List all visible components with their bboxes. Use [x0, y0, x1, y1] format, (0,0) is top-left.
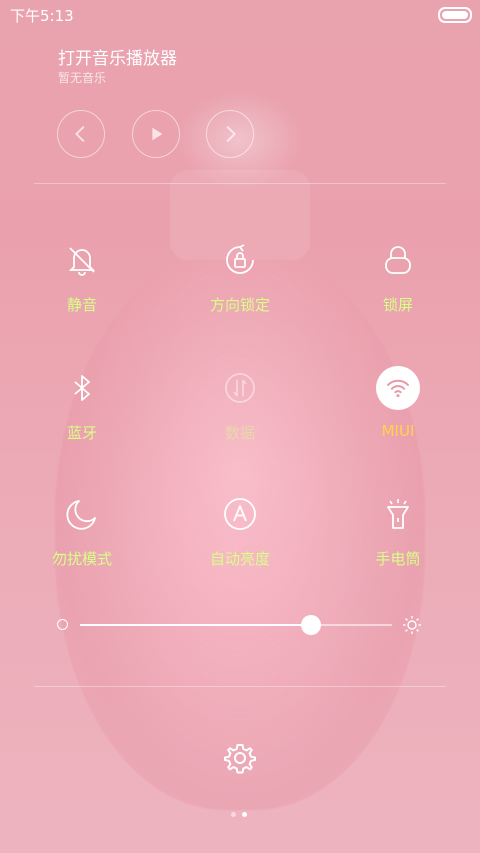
- bluetooth-icon: [74, 375, 90, 401]
- brightness-slider-fill: [80, 624, 311, 626]
- page-indicator: [229, 812, 251, 818]
- mobile-data-icon: [225, 373, 255, 403]
- flashlight-icon: [387, 499, 409, 529]
- page-dot-1: [231, 812, 236, 817]
- music-player-subtitle: 暂无音乐: [58, 71, 107, 85]
- battery-icon: [438, 7, 472, 23]
- chevron-left-icon: [75, 126, 85, 142]
- music-player-title[interactable]: 打开音乐播放器: [58, 44, 177, 69]
- divider-top: [34, 183, 446, 184]
- status-bar: 下午5:13: [0, 0, 480, 28]
- toggle-rotation-lock[interactable]: 方向锁定: [180, 238, 300, 328]
- toggle-bluetooth-label: 蓝牙: [66, 424, 97, 442]
- toggle-mute[interactable]: 静音: [22, 238, 142, 328]
- lock-icon: [385, 246, 411, 274]
- chevron-right-icon: [226, 126, 236, 142]
- divider-bottom: [34, 686, 446, 687]
- brightness-slider-thumb[interactable]: [300, 615, 321, 635]
- toggle-lock-screen[interactable]: 锁屏: [338, 238, 458, 328]
- toggle-flashlight-label: 手电筒: [375, 550, 421, 568]
- previous-track-button[interactable]: [57, 110, 105, 158]
- brightness-high-icon: [403, 616, 421, 634]
- toggle-auto-brightness-label: 自动亮度: [209, 550, 270, 568]
- toggle-wifi-label: MIUI: [381, 422, 415, 440]
- toggle-rotation-lock-label: 方向锁定: [209, 296, 270, 314]
- toggle-do-not-disturb[interactable]: 勿扰模式: [22, 492, 142, 582]
- wifi-icon: [387, 379, 409, 398]
- toggle-flashlight[interactable]: 手电筒: [338, 492, 458, 582]
- toggle-bluetooth[interactable]: 蓝牙: [22, 366, 142, 456]
- bell-off-icon: [68, 247, 96, 276]
- moon-icon: [66, 500, 96, 530]
- gear-icon[interactable]: [224, 742, 256, 774]
- auto-brightness-icon: [224, 498, 256, 530]
- status-time: 下午5:13: [10, 7, 74, 25]
- brightness-slider[interactable]: [80, 615, 392, 635]
- toggle-mute-label: 静音: [66, 296, 97, 314]
- brightness-low-icon: [57, 619, 68, 630]
- toggle-do-not-disturb-label: 勿扰模式: [51, 550, 112, 568]
- rotation-lock-icon: [226, 244, 254, 274]
- play-icon: [152, 127, 163, 141]
- toggle-mobile-data[interactable]: 数据: [180, 366, 300, 456]
- page-dot-2: [242, 812, 247, 817]
- toggle-auto-brightness[interactable]: 自动亮度: [180, 492, 300, 582]
- play-button[interactable]: [132, 110, 180, 158]
- next-track-button[interactable]: [206, 110, 254, 158]
- toggle-mobile-data-label: 数据: [224, 424, 255, 442]
- toggle-lock-screen-label: 锁屏: [382, 296, 413, 314]
- toggle-wifi[interactable]: MIUI: [338, 366, 458, 456]
